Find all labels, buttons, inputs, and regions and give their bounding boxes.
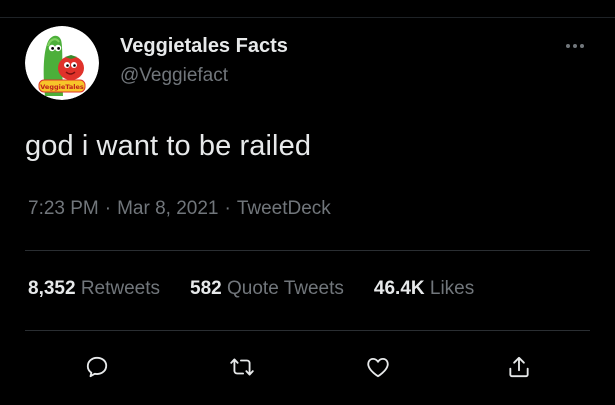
likes-count: 46.4K bbox=[373, 278, 425, 299]
engagement-stats: 8,352 Retweets 582 Quote Tweets 46.4K Li… bbox=[28, 278, 504, 300]
reply-icon bbox=[86, 356, 108, 378]
heart-icon bbox=[367, 357, 389, 378]
meta-separator: · bbox=[224, 198, 231, 219]
quote-tweets-count: 582 bbox=[190, 278, 222, 299]
tweet-card: VeggieTales Veggietales Facts @Veggiefac… bbox=[0, 0, 615, 405]
divider bbox=[25, 250, 590, 251]
more-horizontal-icon-dot bbox=[573, 44, 577, 48]
avatar[interactable]: VeggieTales bbox=[25, 26, 99, 100]
tweet-time[interactable]: 7:23 PM bbox=[28, 198, 99, 219]
veggietales-logo-image: VeggieTales bbox=[25, 26, 99, 100]
retweet-button[interactable] bbox=[220, 345, 264, 389]
tweet-meta: 7:23 PM · Mar 8, 2021 · TweetDeck bbox=[28, 198, 331, 220]
divider bbox=[25, 330, 590, 331]
retweet-icon bbox=[230, 358, 254, 376]
display-name[interactable]: Veggietales Facts bbox=[120, 35, 288, 58]
tweet-text: god i want to be railed bbox=[25, 130, 312, 162]
like-button[interactable] bbox=[356, 345, 400, 389]
more-options-button[interactable] bbox=[558, 34, 592, 58]
share-icon bbox=[509, 356, 529, 378]
action-bar bbox=[0, 345, 615, 389]
quote-tweets-label: Quote Tweets bbox=[227, 278, 344, 299]
share-button[interactable] bbox=[497, 345, 541, 389]
meta-separator: · bbox=[104, 198, 112, 219]
retweets-label: Retweets bbox=[80, 278, 161, 299]
quote-tweets-stat[interactable]: 582 Quote Tweets bbox=[190, 278, 344, 300]
retweets-stat[interactable]: 8,352 Retweets bbox=[28, 278, 160, 300]
more-horizontal-icon-dot bbox=[580, 44, 584, 48]
likes-stat[interactable]: 46.4K Likes bbox=[374, 278, 474, 300]
likes-label: Likes bbox=[429, 278, 475, 299]
tweet-source[interactable]: TweetDeck bbox=[237, 198, 331, 219]
retweets-count: 8,352 bbox=[28, 278, 76, 299]
tweet-date[interactable]: Mar 8, 2021 bbox=[117, 198, 218, 219]
more-horizontal-icon bbox=[566, 44, 570, 48]
reply-button[interactable] bbox=[75, 345, 119, 389]
user-handle[interactable]: @Veggiefact bbox=[120, 65, 228, 87]
avatar-logo-text: VeggieTales bbox=[40, 83, 84, 91]
top-divider bbox=[0, 17, 615, 18]
